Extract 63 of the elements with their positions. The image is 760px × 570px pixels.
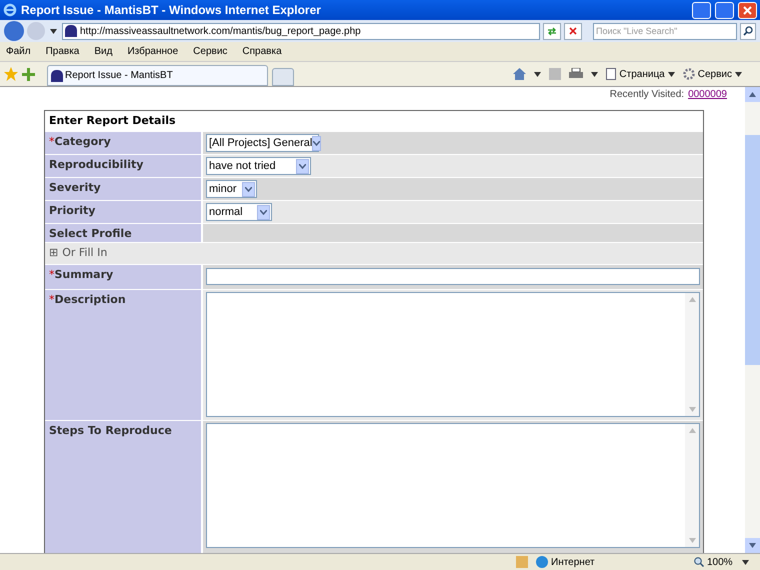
field-label: *Description <box>49 293 126 306</box>
gear-icon <box>682 68 695 80</box>
browser-tab[interactable]: Report Issue - MantisBT <box>47 65 268 86</box>
browser-logo-icon <box>3 3 17 17</box>
scroll-up-button[interactable] <box>745 87 760 102</box>
refresh-button[interactable] <box>543 22 561 40</box>
scroll-down-button[interactable] <box>745 538 760 553</box>
close-button[interactable] <box>738 2 757 18</box>
search-field[interactable]: Поиск "Live Search" <box>593 22 737 40</box>
zoom-level[interactable]: 100% <box>694 554 754 570</box>
caret-icon[interactable] <box>591 72 598 76</box>
page-icon <box>606 68 616 80</box>
menu-item[interactable]: Файл <box>6 44 31 59</box>
field-label: *Summary <box>49 268 114 281</box>
maximize-icon-button[interactable] <box>715 2 734 18</box>
dropdown[interactable]: normal <box>206 203 272 221</box>
site-logo-icon <box>65 25 77 37</box>
internet-zone: Интернет <box>536 554 686 570</box>
summary-input[interactable] <box>206 268 700 285</box>
menu-item[interactable]: Избранное <box>127 44 178 59</box>
caret-icon[interactable] <box>534 72 542 76</box>
scroll-thumb[interactable] <box>745 135 760 365</box>
home-icon[interactable] <box>513 68 526 80</box>
menu-item[interactable]: Справка <box>242 44 282 59</box>
stop-button[interactable] <box>564 22 582 40</box>
stop-icon <box>569 27 577 35</box>
caret-icon[interactable] <box>742 560 749 564</box>
refresh-icon <box>547 26 557 36</box>
tools-menu[interactable]: Сервис <box>682 66 742 82</box>
caret-icon[interactable] <box>668 72 675 76</box>
search-button[interactable] <box>740 22 756 40</box>
add-favorite-icon[interactable] <box>22 68 35 80</box>
print-icon[interactable] <box>569 68 584 80</box>
up-arrow-icon <box>749 92 756 97</box>
dropdown[interactable]: have not tried <box>206 157 311 175</box>
page-menu[interactable]: Страница <box>606 66 675 82</box>
close-icon <box>743 6 752 14</box>
zoom-icon <box>694 557 704 567</box>
field-label: Select Profile <box>49 227 132 240</box>
issue-link[interactable]: 0000009 <box>688 87 727 102</box>
menu-item[interactable]: Сервис <box>193 44 228 59</box>
star-icon[interactable] <box>4 67 18 81</box>
field-label: Steps To Reproduce <box>49 424 172 437</box>
address-field[interactable]: http://massiveassaultnetwork.com/mantis/bug_report_page.php <box>62 22 540 40</box>
history-caret-icon[interactable] <box>50 28 57 34</box>
field-label: Priority <box>49 204 96 217</box>
dropdown[interactable]: [All Projects] General <box>206 134 319 152</box>
field-label: Severity <box>49 181 101 194</box>
window-title: Report Issue - MantisBT - Windows Internet Explorer <box>21 2 322 19</box>
field-label: Reproducibility <box>49 158 144 171</box>
caret-icon[interactable] <box>735 72 742 76</box>
minimize-icon-button[interactable] <box>692 2 711 18</box>
down-arrow-icon <box>749 543 756 548</box>
field-label: *Category <box>49 135 111 148</box>
expand-toggle[interactable]: ⊞ Or Fill In <box>49 245 108 262</box>
menu-item[interactable]: Правка <box>46 44 80 59</box>
scrollbar[interactable] <box>745 87 760 553</box>
back-button[interactable] <box>4 21 24 41</box>
dropdown[interactable]: minor <box>206 180 257 198</box>
menu-item[interactable]: Вид <box>94 44 112 59</box>
form-title: Enter Report Details <box>49 112 176 129</box>
search-icon <box>743 26 753 36</box>
recently-visited-label: Recently Visited: <box>610 88 684 102</box>
